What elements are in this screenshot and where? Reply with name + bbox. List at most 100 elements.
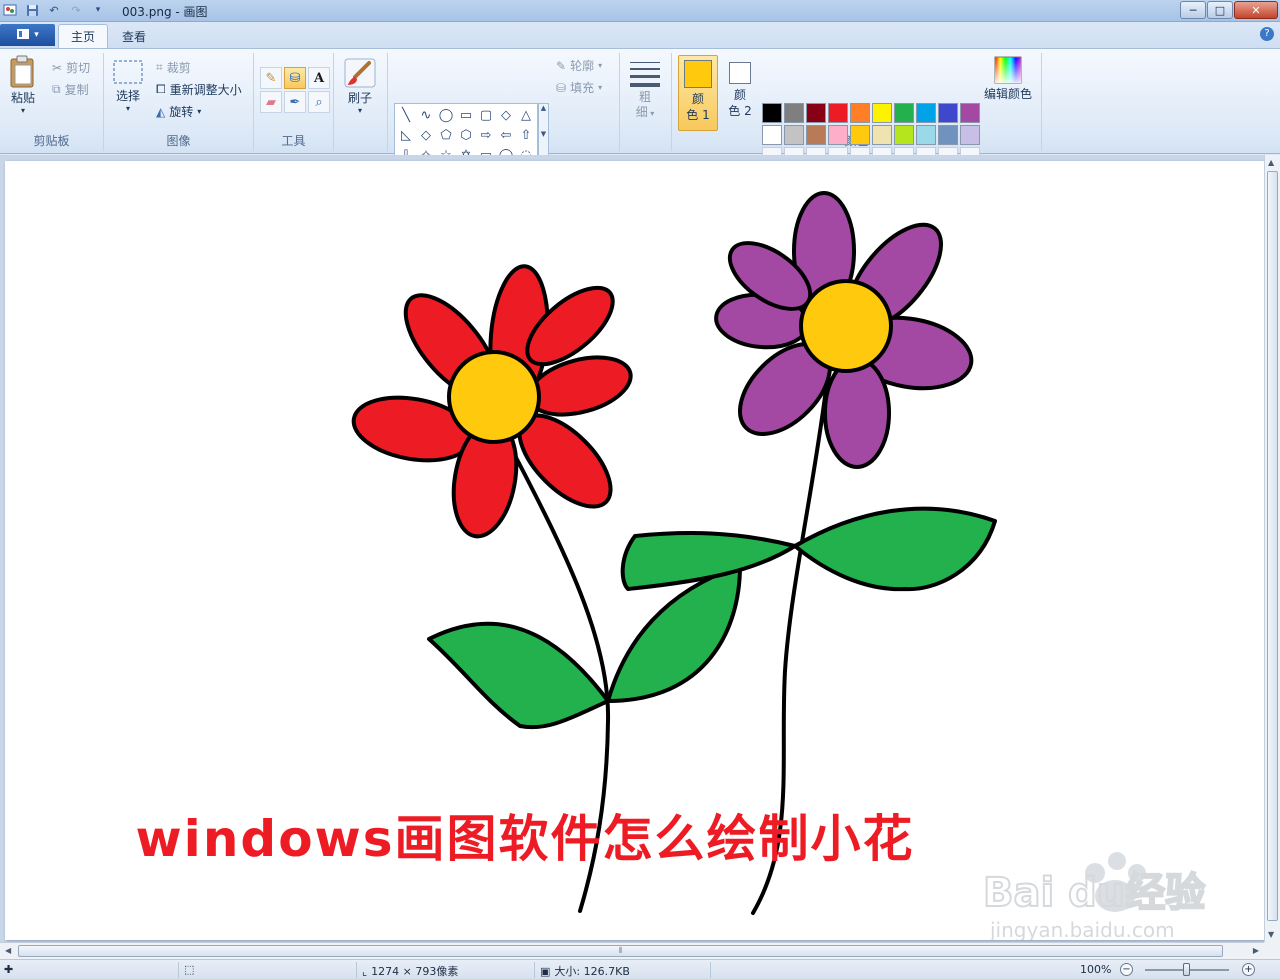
scroll-right-icon[interactable]: ▶ (1253, 946, 1259, 955)
shape-item[interactable]: ◇ (416, 125, 436, 145)
tab-view[interactable]: 查看 (110, 24, 158, 48)
crop-button[interactable]: ⌗ 裁剪 (156, 59, 191, 76)
rotate-button[interactable]: ◭ 旋转 ▾ (156, 103, 201, 120)
size-button[interactable]: 粗 细 ▾ (628, 59, 662, 121)
canvas-drawing: windows画图软件怎么绘制小花 Bai du经验 jingyan.baidu… (135, 191, 1206, 940)
shape-item[interactable]: ◇ (496, 105, 516, 125)
horizontal-scroll-thumb[interactable]: ⦀ (18, 945, 1223, 957)
tab-home[interactable]: 主页 (58, 24, 109, 48)
crop-icon: ⌗ (156, 60, 163, 74)
eraser-icon[interactable]: ▰ (260, 91, 282, 113)
color2-button[interactable]: 颜 色 2 (720, 55, 760, 131)
ribbon: 粘贴 ▾ ✂ 剪切 ⧉ 复制 剪贴板 选择 ▾ ⌗ 裁剪 ⧠ 重新调整大小 ◭ … (0, 48, 1280, 167)
paint-app-icon[interactable] (2, 2, 18, 18)
undo-icon[interactable]: ↶ (46, 2, 62, 18)
scroll-left-icon[interactable]: ◀ (5, 946, 11, 955)
shape-item[interactable]: ∿ (416, 105, 436, 125)
palette-color-swatch[interactable] (762, 103, 782, 123)
title-bar: ↶ ↷ ▾ 003.png - 画图 ─ □ ✕ (0, 0, 1280, 22)
copy-icon: ⧉ (52, 82, 61, 96)
palette-color-swatch[interactable] (828, 103, 848, 123)
resize-button[interactable]: ⧠ 重新调整大小 (156, 81, 242, 98)
outline-brush-icon: ✎ (556, 58, 567, 73)
palette-color-swatch[interactable] (894, 125, 914, 145)
palette-color-swatch[interactable] (828, 125, 848, 145)
help-icon[interactable]: ? (1260, 27, 1274, 41)
shape-item[interactable]: ⬡ (456, 125, 476, 145)
palette-color-swatch[interactable] (784, 125, 804, 145)
line-width-icon (628, 59, 662, 89)
scroll-down-icon[interactable]: ▼ (1268, 930, 1274, 939)
palette-color-swatch[interactable] (762, 125, 782, 145)
palette-color-swatch[interactable] (872, 125, 892, 145)
zoom-in-button[interactable]: + (1242, 963, 1255, 976)
shape-item[interactable]: ⇦ (496, 125, 516, 145)
shape-item[interactable]: ⇧ (516, 125, 536, 145)
fill-bucket-icon[interactable]: ⛁ (284, 67, 306, 89)
palette-color-swatch[interactable] (960, 103, 980, 123)
text-tool-icon[interactable]: A (308, 67, 330, 89)
vertical-scroll-thumb[interactable] (1267, 171, 1278, 921)
color-picker-icon[interactable]: ✒ (284, 91, 306, 113)
magnifier-icon[interactable]: ⌕ (308, 91, 330, 113)
edit-colors-button[interactable]: 编辑颜色 (984, 55, 1032, 102)
chevron-down-icon[interactable]: ▼ (541, 130, 546, 138)
paste-button[interactable]: 粘贴 ▾ (8, 55, 38, 115)
palette-color-swatch[interactable] (806, 125, 826, 145)
palette-color-swatch[interactable] (850, 125, 870, 145)
shape-item[interactable]: △ (516, 105, 536, 125)
window-title: 003.png - 画图 (122, 5, 208, 19)
fill-button[interactable]: ⛁ 填充 ▾ (556, 79, 602, 96)
chevron-down-icon: ▾ (357, 106, 362, 115)
image-dimensions: ⌞ 1274 × 793像素 (362, 964, 459, 979)
customize-dropdown-icon[interactable]: ▾ (90, 2, 106, 18)
outline-button[interactable]: ✎ 轮廓 ▾ (556, 57, 602, 74)
color1-button[interactable]: 颜 色 1 (678, 55, 718, 131)
scroll-up-icon[interactable]: ▲ (1268, 158, 1274, 167)
palette-color-swatch[interactable] (938, 125, 958, 145)
copy-button[interactable]: ⧉ 复制 (52, 81, 89, 98)
maximize-button[interactable]: □ (1207, 1, 1233, 19)
purple-flower-center (799, 279, 893, 373)
palette-color-swatch[interactable] (872, 103, 892, 123)
zoom-out-button[interactable]: − (1120, 963, 1133, 976)
palette-color-swatch[interactable] (894, 103, 914, 123)
drawing-canvas[interactable]: windows画图软件怎么绘制小花 Bai du经验 jingyan.baidu… (5, 161, 1264, 940)
palette-color-swatch[interactable] (806, 103, 826, 123)
shape-item[interactable]: ▢ (476, 105, 496, 125)
minimize-button[interactable]: ─ (1180, 1, 1206, 19)
chevron-down-icon: ▾ (197, 107, 202, 116)
palette-color-swatch[interactable] (784, 103, 804, 123)
pencil-icon[interactable]: ✎ (260, 67, 282, 89)
chevron-down-icon: ▾ (20, 106, 25, 115)
palette-color-swatch[interactable] (850, 103, 870, 123)
shape-item[interactable]: ⇨ (476, 125, 496, 145)
horizontal-scrollbar[interactable]: ◀ ⦀ ▶ (0, 942, 1264, 959)
palette-color-swatch[interactable] (938, 103, 958, 123)
shape-item[interactable]: ▭ (456, 105, 476, 125)
select-button[interactable]: 选择 ▾ (112, 59, 144, 113)
brushes-button[interactable]: 刷子 ▾ (343, 57, 377, 115)
vertical-scrollbar[interactable]: ▲ ▼ (1264, 155, 1280, 942)
cursor-position-icon: ✚ (4, 963, 14, 976)
close-button[interactable]: ✕ (1234, 1, 1278, 19)
chevron-up-icon[interactable]: ▲ (541, 104, 546, 112)
cut-button[interactable]: ✂ 剪切 (52, 59, 90, 76)
shape-item[interactable]: ◺ (396, 125, 416, 145)
caption-text: windows画图软件怎么绘制小花 (135, 810, 914, 868)
shape-item[interactable]: ⬠ (436, 125, 456, 145)
shape-item[interactable]: ╲ (396, 105, 416, 125)
app-menu-button[interactable]: ▾ (0, 24, 55, 46)
tools-group: ✎ ⛁ A ▰ ✒ ⌕ 工具 (254, 53, 334, 151)
redo-icon[interactable]: ↷ (68, 2, 84, 18)
palette-color-swatch[interactable] (916, 125, 936, 145)
zoom-slider-thumb[interactable] (1183, 963, 1190, 976)
save-icon[interactable] (24, 2, 40, 18)
color-wheel-icon (993, 55, 1023, 85)
image-group: 选择 ▾ ⌗ 裁剪 ⧠ 重新调整大小 ◭ 旋转 ▾ 图像 (104, 53, 254, 151)
shape-item[interactable]: ◯ (436, 105, 456, 125)
palette-color-swatch[interactable] (916, 103, 936, 123)
disk-icon: ▣ (540, 964, 551, 978)
dimensions-icon: ⌞ (362, 964, 368, 978)
palette-color-swatch[interactable] (960, 125, 980, 145)
